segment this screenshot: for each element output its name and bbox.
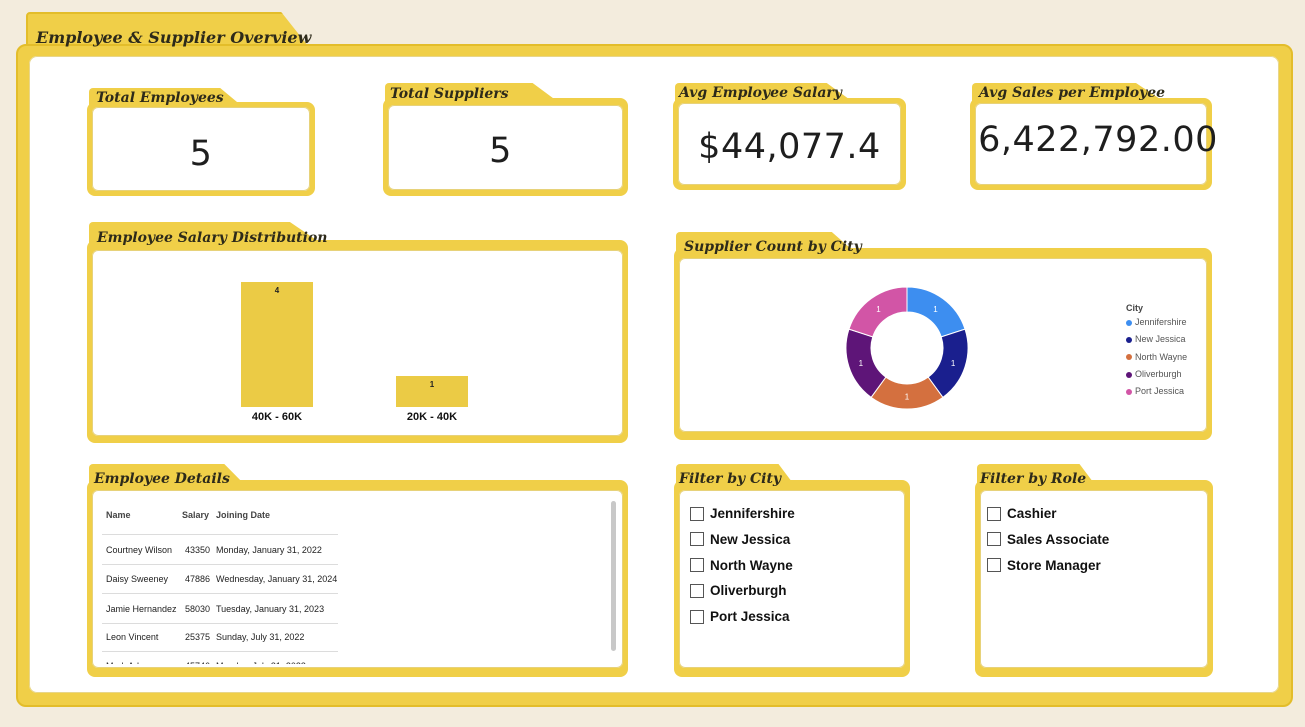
cell-joining-date: Wednesday, January 31, 2024 [216, 574, 338, 584]
cell-joining-date: Monday, January 31, 2022 [216, 545, 322, 555]
checkbox[interactable] [987, 506, 1001, 521]
row-divider [102, 564, 338, 565]
checkbox[interactable] [690, 609, 704, 624]
cell-name: Leon Vincent [106, 632, 159, 642]
filter-option-label: New Jessica [710, 531, 791, 547]
cell-name: Mark Adams [106, 661, 156, 664]
filter-option-label: Oliverburgh [710, 583, 787, 599]
filter-option[interactable]: Store Manager [987, 558, 1101, 573]
cell-name: Daisy Sweeney [106, 574, 169, 584]
filter-city-title: Filter by City [679, 471, 782, 487]
checkbox[interactable] [987, 558, 1001, 573]
filter-option-label: Cashier [1007, 506, 1057, 521]
row-divider [102, 623, 338, 624]
row-divider [102, 593, 338, 594]
cell-name: Courtney Wilson [106, 545, 173, 555]
filter-option-label: Store Manager [1007, 557, 1101, 573]
cell-salary: 25375 [185, 632, 211, 642]
cell-salary: 45746 [185, 661, 210, 664]
filter-option[interactable]: Sales Associate [987, 532, 1109, 547]
checkbox[interactable] [690, 532, 704, 547]
checkbox[interactable] [690, 506, 704, 521]
filter-option[interactable]: Cashier [987, 506, 1057, 521]
cell-salary: 47886 [185, 574, 211, 584]
filter-option[interactable]: North Wayne [690, 558, 793, 573]
filter-option[interactable]: Oliverburgh [690, 583, 787, 598]
cell-name: Jamie Hernandez [106, 604, 177, 614]
checkbox[interactable] [690, 583, 704, 598]
filter-option[interactable]: Port Jessica [690, 609, 790, 624]
filter-role-title: Filter by Role [980, 471, 1087, 487]
checkbox[interactable] [690, 558, 704, 573]
filter-option[interactable]: New Jessica [690, 532, 790, 547]
cell-joining-date: Monday, July 31, 2023 [216, 661, 306, 664]
filter-option-label: Jennifershire [710, 506, 795, 521]
cell-joining-date: Sunday, July 31, 2022 [216, 632, 305, 642]
cell-salary: 43350 [185, 545, 211, 555]
filter-option-label: Port Jessica [710, 609, 790, 625]
filter-option-label: Sales Associate [1007, 531, 1110, 547]
cell-salary: 58030 [185, 604, 211, 614]
filter-option-label: North Wayne [710, 557, 793, 573]
row-divider [102, 651, 338, 652]
filter-option[interactable]: Jennifershire [690, 506, 795, 521]
cell-joining-date: Tuesday, January 31, 2023 [216, 604, 325, 614]
checkbox[interactable] [987, 532, 1001, 547]
table-scrollbar[interactable] [611, 501, 616, 651]
